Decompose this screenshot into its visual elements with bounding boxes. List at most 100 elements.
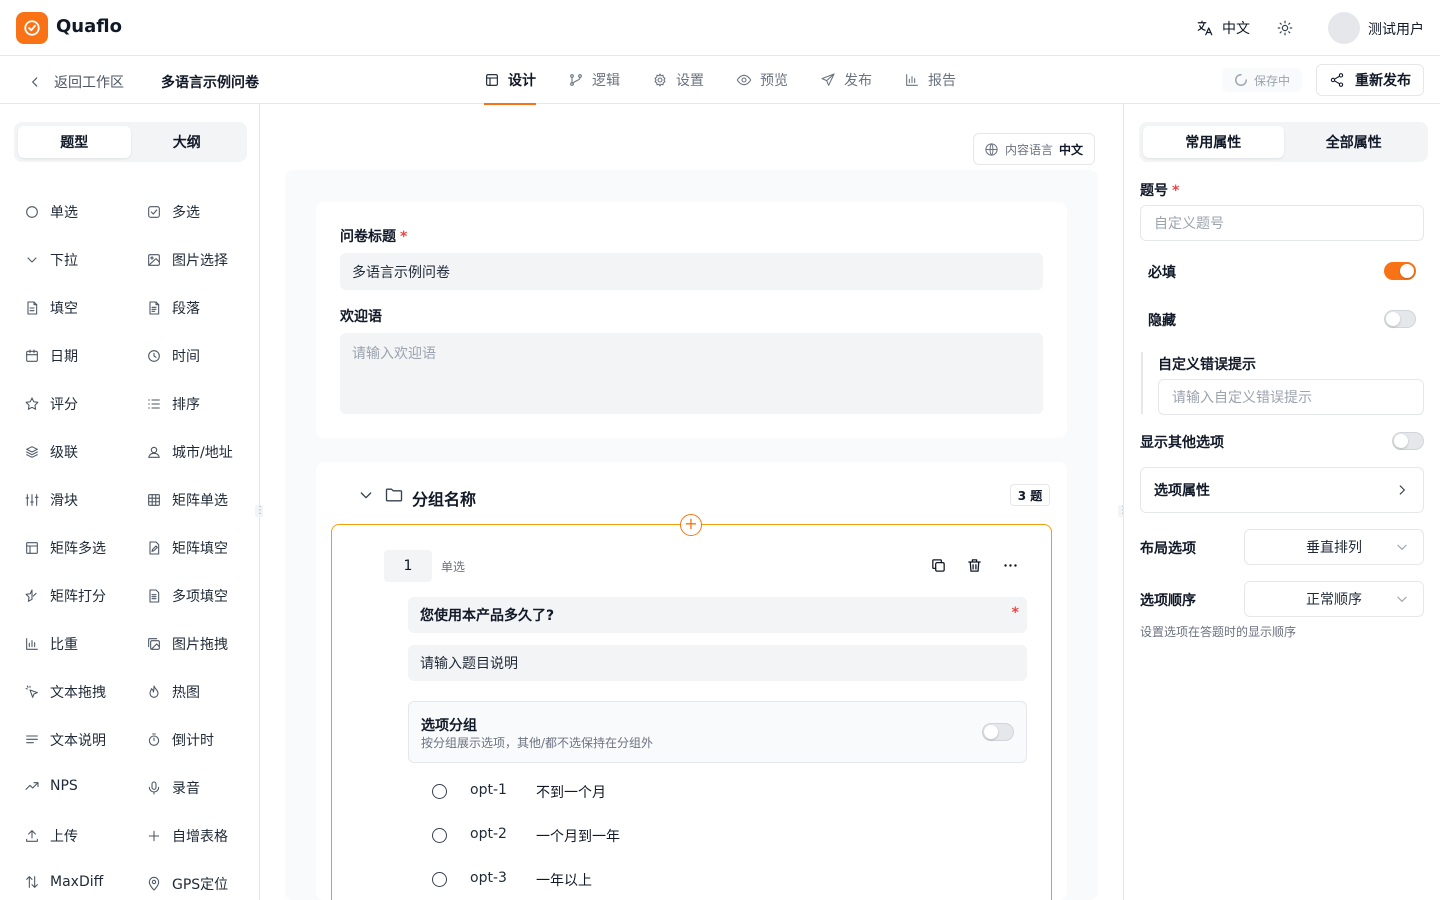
question-type-item[interactable]: 级联 bbox=[24, 442, 78, 462]
question-type-item[interactable]: GPS定位 bbox=[146, 874, 228, 894]
question-type-item[interactable]: 多项填空 bbox=[146, 586, 228, 606]
left-resize-handle[interactable]: ⋮ bbox=[255, 505, 265, 517]
option-id[interactable]: opt-3 bbox=[470, 870, 507, 886]
option-text[interactable]: 一个月到一年 bbox=[536, 826, 620, 846]
question-type-item[interactable]: 录音 bbox=[146, 778, 200, 798]
survey-name: 多语言示例问卷 bbox=[161, 75, 259, 91]
question-type-label: MaxDiff bbox=[50, 874, 104, 890]
custom-error-input[interactable]: 请输入自定义错误提示 bbox=[1158, 379, 1424, 415]
question-type-item[interactable]: 日期 bbox=[24, 346, 78, 366]
question-description-input[interactable]: 请输入题目说明 bbox=[408, 645, 1027, 681]
brand-name: Quaflo bbox=[56, 16, 122, 37]
star-icon bbox=[24, 396, 40, 412]
option-properties-label: 选项属性 bbox=[1154, 483, 1210, 499]
question-type-item[interactable]: 矩阵填空 bbox=[146, 538, 228, 558]
question-type-label: 排序 bbox=[172, 397, 200, 413]
question-type-item[interactable]: NPS bbox=[24, 778, 78, 794]
layout-select[interactable]: 垂直排列 bbox=[1244, 529, 1424, 565]
question-type-label: 评分 bbox=[50, 397, 78, 413]
question-type-item[interactable]: 时间 bbox=[146, 346, 200, 366]
more-icon[interactable] bbox=[1002, 557, 1019, 574]
question-type-item[interactable]: 上传 bbox=[24, 826, 78, 846]
layout-value: 垂直排列 bbox=[1306, 540, 1362, 556]
logo-icon[interactable] bbox=[16, 12, 48, 44]
option-radio[interactable] bbox=[432, 784, 447, 799]
question-type-item[interactable]: MaxDiff bbox=[24, 874, 103, 890]
hidden-toggle[interactable] bbox=[1384, 310, 1416, 328]
back-to-workspace-link[interactable]: 返回工作区 bbox=[28, 72, 124, 92]
question-type-item[interactable]: 比重 bbox=[24, 634, 78, 654]
required-asterisk: * bbox=[400, 229, 408, 245]
tab-outline[interactable]: 大纲 bbox=[131, 126, 244, 158]
tab-label: 预览 bbox=[760, 73, 788, 89]
group-name[interactable]: 分组名称 bbox=[412, 486, 476, 510]
survey-title-input[interactable]: 多语言示例问卷 bbox=[340, 253, 1043, 290]
tab-common-properties[interactable]: 常用属性 bbox=[1143, 126, 1284, 158]
question-type-item[interactable]: 矩阵多选 bbox=[24, 538, 106, 558]
question-type-item[interactable]: 评分 bbox=[24, 394, 78, 414]
question-type-item[interactable]: 图片选择 bbox=[146, 250, 228, 270]
option-id[interactable]: opt-2 bbox=[470, 826, 507, 842]
question-title-input[interactable]: 您使用本产品多久了? * bbox=[408, 597, 1027, 633]
question-type-item[interactable]: 文本说明 bbox=[24, 730, 106, 750]
copy-icon[interactable] bbox=[930, 557, 947, 574]
question-type-item[interactable]: 图片拖拽 bbox=[146, 634, 228, 654]
republish-button[interactable]: 重新发布 bbox=[1316, 64, 1424, 96]
bar-chart-icon bbox=[24, 636, 40, 652]
tab-logic[interactable]: 逻辑 bbox=[568, 56, 620, 104]
question-type-item[interactable]: 自增表格 bbox=[146, 826, 228, 846]
required-asterisk: * bbox=[1011, 605, 1019, 621]
sun-icon[interactable] bbox=[1276, 19, 1294, 37]
question-type-item[interactable]: 多选 bbox=[146, 202, 200, 222]
option-text[interactable]: 不到一个月 bbox=[536, 782, 606, 802]
question-number-input[interactable]: 1 bbox=[384, 550, 432, 582]
question-type-item[interactable]: 倒计时 bbox=[146, 730, 214, 750]
question-type-label: NPS bbox=[50, 778, 78, 794]
question-type-item[interactable]: 热图 bbox=[146, 682, 200, 702]
user-name[interactable]: 测试用户 bbox=[1368, 19, 1424, 39]
chevron-down-icon bbox=[24, 252, 40, 268]
welcome-textarea[interactable]: 请输入欢迎语 bbox=[340, 333, 1043, 414]
option-text[interactable]: 一年以上 bbox=[536, 870, 592, 890]
question-type-item[interactable]: 填空 bbox=[24, 298, 78, 318]
option-radio[interactable] bbox=[432, 872, 447, 887]
survey-title-label: 问卷标题 * bbox=[340, 229, 408, 245]
trash-icon[interactable] bbox=[966, 557, 983, 574]
question-type-item[interactable]: 段落 bbox=[146, 298, 200, 318]
question-type-item[interactable]: 滑块 bbox=[24, 490, 78, 510]
tab-report[interactable]: 报告 bbox=[904, 56, 956, 104]
tab-design[interactable]: 设计 bbox=[484, 56, 536, 105]
chevron-down-icon[interactable] bbox=[358, 487, 374, 503]
tab-settings[interactable]: 设置 bbox=[652, 56, 704, 104]
tab-publish[interactable]: 发布 bbox=[820, 56, 872, 104]
radio-icon bbox=[24, 204, 40, 220]
tab-preview[interactable]: 预览 bbox=[736, 56, 788, 104]
content-language-select[interactable]: 内容语言 中文 bbox=[973, 133, 1095, 165]
option-id[interactable]: opt-1 bbox=[470, 782, 507, 798]
tab-question-types[interactable]: 题型 bbox=[18, 126, 131, 158]
language-switcher[interactable]: 中文 bbox=[1196, 18, 1250, 38]
question-type-item[interactable]: 下拉 bbox=[24, 250, 78, 270]
option-radio[interactable] bbox=[432, 828, 447, 843]
show-other-toggle[interactable] bbox=[1392, 432, 1424, 450]
welcome-label: 欢迎语 bbox=[340, 309, 382, 325]
avatar[interactable] bbox=[1328, 12, 1360, 44]
option-group-description: 按分组展示选项，其他/都不选保持在分组外 bbox=[421, 736, 654, 750]
question-type-item[interactable]: 排序 bbox=[146, 394, 200, 414]
required-toggle[interactable] bbox=[1384, 262, 1416, 280]
question-type-item[interactable]: 单选 bbox=[24, 202, 78, 222]
option-group-toggle[interactable] bbox=[982, 723, 1014, 741]
tab-all-properties[interactable]: 全部属性 bbox=[1284, 126, 1425, 158]
question-type-item[interactable]: 矩阵打分 bbox=[24, 586, 106, 606]
user-location-icon bbox=[146, 444, 162, 460]
question-no-input[interactable]: 自定义题号 bbox=[1140, 205, 1424, 241]
order-select[interactable]: 正常顺序 bbox=[1244, 581, 1424, 617]
option-properties-button[interactable]: 选项属性 bbox=[1140, 467, 1424, 513]
question-type-item[interactable]: 文本拖拽 bbox=[24, 682, 106, 702]
add-question-button[interactable]: + bbox=[680, 514, 702, 536]
question-type-item[interactable]: 矩阵单选 bbox=[146, 490, 228, 510]
question-type-label: 多项填空 bbox=[172, 589, 228, 605]
back-label: 返回工作区 bbox=[54, 75, 124, 91]
question-type-item[interactable]: 城市/地址 bbox=[146, 442, 233, 462]
group-question-count: 3 题 bbox=[1010, 484, 1050, 506]
